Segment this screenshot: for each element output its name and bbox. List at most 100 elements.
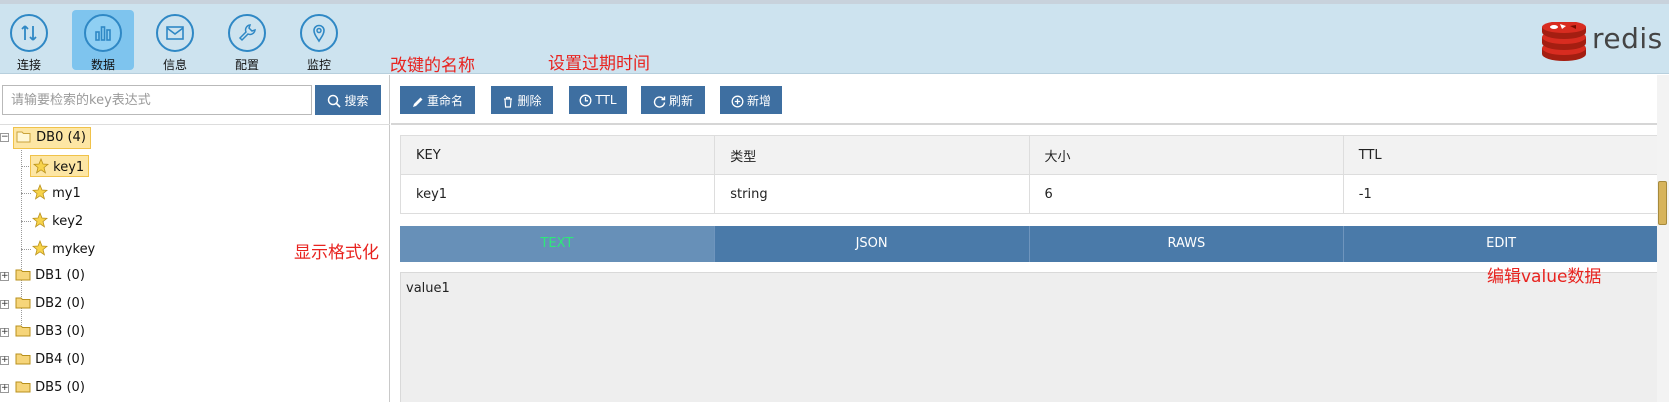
- toolbar-monitor-label: 监控: [306, 58, 331, 72]
- toolbar-config-label: 配置: [234, 58, 259, 72]
- key-node[interactable]: my1: [30, 182, 85, 204]
- redis-logo-text: redis: [1592, 22, 1663, 55]
- search-divider: [0, 124, 390, 125]
- key-label: key2: [52, 214, 84, 229]
- expand-toggle-icon[interactable]: +: [0, 384, 9, 393]
- tab-raws[interactable]: RAWS: [1029, 226, 1345, 262]
- cell-key: key1: [399, 174, 716, 214]
- annotation-rename: 改键的名称: [390, 56, 475, 76]
- header-type: 类型: [714, 135, 1030, 175]
- tab-json[interactable]: JSON: [714, 226, 1030, 262]
- star-key-icon: [31, 211, 49, 228]
- main-toolbar: 连接 数据 信息 配置 监控 redis: [0, 4, 1669, 74]
- key-label: key1: [53, 160, 85, 175]
- envelope-icon: [156, 14, 194, 52]
- db2-node[interactable]: DB2 (0): [13, 294, 89, 316]
- expand-toggle-icon[interactable]: +: [0, 328, 9, 337]
- key-label: my1: [52, 186, 81, 201]
- expand-toggle-icon[interactable]: +: [0, 272, 9, 281]
- refresh-button[interactable]: 刷新: [641, 86, 705, 114]
- key-node-selected[interactable]: key1: [30, 155, 90, 177]
- toolbar-info-label: 信息: [162, 58, 187, 72]
- folder-icon: [15, 269, 31, 281]
- ttl-button[interactable]: TTL: [569, 86, 627, 114]
- key-action-bar: 重命名 删除 TTL 刷新 新增: [391, 75, 1669, 125]
- header-size: 大小: [1028, 135, 1344, 175]
- search-button[interactable]: 搜索: [315, 85, 381, 115]
- star-key-icon: [31, 239, 49, 256]
- value-text: value1: [406, 281, 450, 296]
- toolbar-info-button[interactable]: 信息: [144, 10, 206, 72]
- open-folder-icon: [16, 131, 31, 143]
- add-key-button[interactable]: 新增: [720, 86, 782, 114]
- tab-edit[interactable]: EDIT: [1344, 226, 1658, 262]
- db-label: DB0 (4): [36, 130, 86, 145]
- ttl-button-label: TTL: [595, 93, 617, 107]
- collapse-toggle-icon[interactable]: −: [0, 133, 9, 142]
- wrench-icon: [228, 14, 266, 52]
- scrollbar-track[interactable]: [1657, 75, 1669, 402]
- annotation-format: 显示格式化: [294, 243, 379, 263]
- toolbar-connect-label: 连接: [16, 58, 41, 72]
- header-ttl: TTL: [1342, 135, 1659, 175]
- folder-icon: [15, 325, 31, 337]
- trash-icon: [504, 96, 513, 108]
- folder-icon: [15, 381, 31, 393]
- value-view-tabs: TEXT JSON RAWS EDIT: [400, 226, 1658, 262]
- db-label: DB4 (0): [35, 352, 85, 367]
- tab-text[interactable]: TEXT: [400, 226, 715, 262]
- folder-icon: [15, 297, 31, 309]
- toolbar-connect-button[interactable]: 连接: [0, 10, 60, 72]
- rename-button-label: 重命名: [426, 93, 463, 108]
- pencil-icon: [412, 97, 423, 107]
- cell-ttl: -1: [1342, 174, 1659, 214]
- table-row: key1 string 6 -1: [399, 174, 1659, 214]
- scrollbar-thumb[interactable]: [1658, 181, 1667, 225]
- db1-node[interactable]: DB1 (0): [13, 266, 89, 288]
- refresh-icon: [653, 95, 666, 108]
- value-display[interactable]: value1: [400, 272, 1658, 402]
- toolbar-config-button[interactable]: 配置: [216, 10, 278, 72]
- db4-node[interactable]: DB4 (0): [13, 350, 89, 372]
- db3-node[interactable]: DB3 (0): [13, 322, 89, 344]
- header-key: KEY: [399, 135, 716, 175]
- monitor-pin-icon: [300, 14, 338, 52]
- bar-chart-icon: [84, 14, 122, 52]
- connect-arrows-icon: [10, 14, 48, 52]
- folder-icon: [15, 353, 31, 365]
- search-button-label: 搜索: [344, 93, 369, 108]
- table-header-row: KEY 类型 大小 TTL: [399, 135, 1659, 175]
- refresh-button-label: 刷新: [668, 93, 693, 108]
- search-icon: [328, 94, 342, 108]
- rename-button[interactable]: 重命名: [400, 86, 475, 114]
- toolbar-data-button[interactable]: 数据: [72, 10, 134, 72]
- delete-button-label: 删除: [517, 93, 542, 108]
- tree-db-node[interactable]: − DB0 (4): [0, 127, 390, 149]
- clock-icon: [579, 94, 592, 107]
- db-label: DB3 (0): [35, 324, 85, 339]
- add-key-button-label: 新增: [746, 93, 771, 108]
- db-label: DB5 (0): [35, 380, 85, 395]
- db-label: DB1 (0): [35, 268, 85, 283]
- star-key-icon: [32, 157, 50, 174]
- db-label: DB2 (0): [35, 296, 85, 311]
- key-node[interactable]: mykey: [30, 238, 99, 260]
- cell-size: 6: [1028, 174, 1344, 214]
- db5-node[interactable]: DB5 (0): [13, 378, 89, 400]
- toolbar-data-label: 数据: [90, 58, 115, 72]
- expand-toggle-icon[interactable]: +: [0, 356, 9, 365]
- plus-circle-icon: [731, 95, 744, 107]
- key-search-input[interactable]: [2, 85, 312, 115]
- star-key-icon: [31, 183, 49, 200]
- expand-toggle-icon[interactable]: +: [0, 300, 9, 309]
- key-detail-panel: 重命名 删除 TTL 刷新 新增 KEY 类型 大小 TTL key1 stri…: [391, 75, 1669, 402]
- annotation-ttl: 设置过期时间: [548, 54, 650, 74]
- db0-node[interactable]: DB0 (4): [13, 127, 91, 149]
- cell-type: string: [714, 174, 1030, 214]
- delete-button[interactable]: 删除: [491, 86, 553, 114]
- toolbar-monitor-button[interactable]: 监控: [288, 10, 350, 72]
- key-node[interactable]: key2: [30, 210, 87, 232]
- redis-cube-icon: [1542, 21, 1586, 61]
- key-info-table: KEY 类型 大小 TTL key1 string 6 -1: [399, 135, 1659, 214]
- key-label: mykey: [52, 242, 96, 257]
